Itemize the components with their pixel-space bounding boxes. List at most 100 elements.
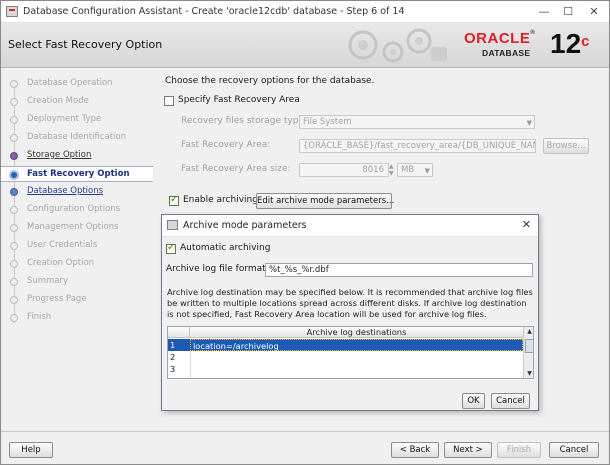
enable-archiving-label: Enable archiving [183, 195, 258, 205]
row-number: 4 [170, 376, 175, 378]
scrollbar-thumb[interactable] [525, 339, 533, 353]
step-label: Database Operation [27, 78, 113, 88]
specify-fra-label: Specify Fast Recovery Area [178, 95, 300, 105]
page-header: Select Fast Recovery Option ORACLE® DATA… [1, 23, 609, 68]
destination-cell[interactable]: location=/archivelog [190, 339, 523, 351]
step-indicator-icon [10, 242, 18, 250]
enable-archiving-checkbox[interactable] [169, 194, 179, 206]
step-database-identification: Database Identification [1, 130, 153, 146]
step-creation-option: Creation Option [1, 256, 153, 272]
dbca-window: Database Configuration Assistant - Creat… [0, 0, 610, 465]
archive-destinations-table: Archive log destinations 1 location=/arch… [167, 326, 534, 379]
edit-archive-params-button[interactable]: Edit archive mode parameters... [256, 193, 394, 209]
step-label: Management Options [27, 222, 119, 232]
archive-mode-dialog: Archive mode parameters ✕ Automatic arch… [161, 214, 539, 411]
app-icon [6, 6, 18, 17]
step-label: Creation Mode [27, 96, 89, 106]
scroll-up-icon[interactable]: ▲ [525, 327, 533, 336]
step-storage-option[interactable]: Storage Option [1, 148, 153, 164]
step-label: Progress Page [27, 294, 87, 304]
fra-size-spinner-icon[interactable]: ▲ ▼ [389, 163, 394, 177]
automatic-archiving-checkbox[interactable] [166, 242, 176, 254]
step-label: Creation Option [27, 258, 95, 268]
step-user-credentials: User Credentials [1, 238, 153, 254]
dialog-close-icon[interactable]: ✕ [522, 218, 531, 231]
table-row-number-header [168, 327, 190, 338]
step-label: Finish [27, 312, 52, 322]
step-indicator-icon [10, 80, 18, 88]
intro-text: Choose the recovery options for the data… [165, 76, 375, 86]
storage-type-select[interactable]: File System ▼ [299, 115, 535, 129]
back-button[interactable]: < Back [391, 442, 439, 458]
step-indicator-icon [10, 134, 18, 142]
step-indicator-icon [10, 116, 18, 124]
step-finish: Finish [1, 310, 153, 326]
step-indicator-icon [10, 314, 18, 322]
fra-size-input[interactable]: 8016 [299, 163, 389, 177]
archive-format-input[interactable]: %t_%s_%r.dbf [265, 263, 533, 277]
destination-cell[interactable] [190, 363, 523, 375]
row-number: 2 [170, 352, 176, 362]
table-row[interactable]: 2 [168, 351, 523, 363]
step-database-options[interactable]: Database Options [1, 184, 153, 200]
automatic-archiving-label: Automatic archiving [180, 243, 271, 253]
step-management-options: Management Options [1, 220, 153, 236]
chevron-down-icon: ▼ [526, 119, 532, 127]
step-label: Deployment Type [27, 114, 102, 124]
scroll-down-icon[interactable]: ▼ [525, 369, 533, 378]
step-indicator-icon [10, 224, 18, 232]
dialog-title: Archive mode parameters [183, 220, 307, 231]
row-number: 1 [170, 340, 176, 350]
wizard-footer: Help < Back Next > Finish Cancel [1, 431, 609, 464]
step-label: Configuration Options [27, 204, 121, 214]
dialog-ok-button[interactable]: OK [462, 393, 485, 409]
fra-location-input[interactable]: {ORACLE_BASE}/fast_recovery_area/{DB_UNI… [299, 139, 536, 153]
cancel-button[interactable]: Cancel [549, 442, 599, 458]
step-indicator-icon [10, 188, 18, 196]
step-indicator-icon [10, 296, 18, 304]
table-row[interactable]: 4 [168, 375, 523, 378]
step-indicator-icon [10, 278, 18, 286]
fra-location-label: Fast Recovery Area: [181, 140, 271, 150]
table-column-header: Archive log destinations [190, 327, 523, 338]
table-vertical-scrollbar[interactable]: ▲ ▼ [523, 327, 533, 378]
oracle-logo: ORACLE® [464, 30, 536, 47]
step-indicator-icon [9, 170, 19, 180]
archive-format-label: Archive log file format: [166, 264, 269, 274]
version-logo: 12c [550, 28, 590, 59]
close-button[interactable]: ✕ [582, 4, 606, 20]
dialog-cancel-button[interactable]: Cancel [491, 393, 530, 409]
step-configuration-options: Configuration Options [1, 202, 153, 218]
browse-button[interactable]: Browse... [543, 138, 589, 154]
step-creation-mode: Creation Mode [1, 94, 153, 110]
fra-size-label: Fast Recovery Area size: [181, 164, 291, 174]
table-row[interactable]: 3 [168, 363, 523, 375]
step-label: User Credentials [27, 240, 98, 250]
step-label: Database Identification [27, 132, 126, 142]
specify-fra-checkbox[interactable] [164, 96, 174, 106]
help-button[interactable]: Help [9, 442, 53, 458]
page-title: Select Fast Recovery Option [8, 38, 163, 51]
minimize-button[interactable]: — [532, 4, 556, 20]
window-title: Database Configuration Assistant - Creat… [23, 6, 405, 17]
step-label: Database Options [27, 186, 104, 196]
step-label: Fast Recovery Option [27, 169, 130, 179]
steps-navigation: Database Operation Creation Mode Deploymen… [1, 69, 153, 431]
next-button[interactable]: Next > [444, 442, 492, 458]
storage-type-label: Recovery files storage type: [181, 116, 308, 126]
step-fast-recovery-option[interactable]: Fast Recovery Option [1, 166, 153, 182]
step-progress-page: Progress Page [1, 292, 153, 308]
destination-cell[interactable] [190, 375, 523, 378]
step-indicator-icon [10, 206, 18, 214]
destination-cell[interactable] [190, 351, 523, 363]
database-logo-label: DATABASE [482, 48, 531, 58]
step-indicator-icon [10, 152, 18, 160]
window-titlebar: Database Configuration Assistant - Creat… [1, 1, 609, 23]
maximize-button[interactable]: ☐ [556, 4, 580, 20]
fra-size-unit-select[interactable]: MB ▼ [397, 163, 433, 177]
step-label: Summary [27, 276, 69, 286]
finish-button[interactable]: Finish [497, 442, 541, 458]
step-deployment-type: Deployment Type [1, 112, 153, 128]
table-row[interactable]: 1 location=/archivelog [168, 339, 523, 351]
step-label: Storage Option [27, 150, 92, 160]
